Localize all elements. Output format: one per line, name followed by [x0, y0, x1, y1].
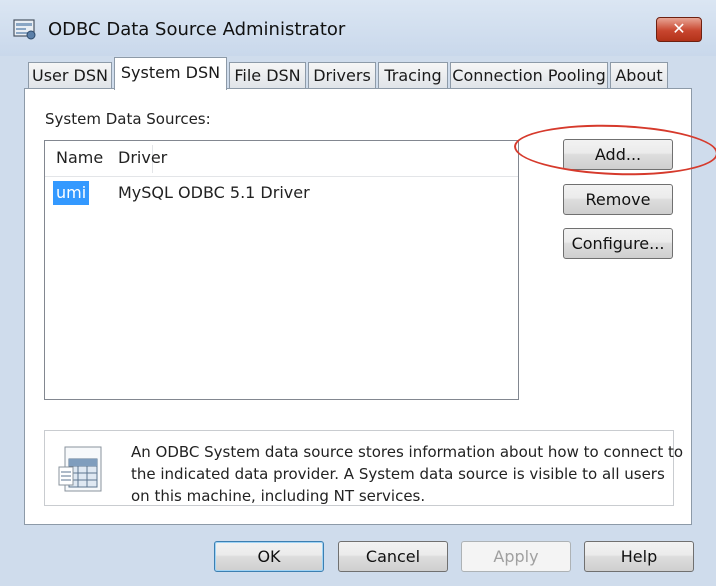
tab-tracing[interactable]: Tracing: [378, 62, 448, 89]
dsn-name-cell[interactable]: umi: [53, 181, 90, 205]
tab-user-dsn[interactable]: User DSN: [28, 62, 112, 89]
close-icon: ✕: [672, 19, 686, 38]
header-divider: [45, 176, 518, 177]
dsn-driver-cell[interactable]: MySQL ODBC 5.1 Driver: [118, 181, 310, 205]
info-box: An ODBC System data source stores inform…: [44, 430, 684, 507]
column-header-driver[interactable]: Driver: [118, 141, 318, 175]
add-button[interactable]: Add...: [563, 139, 673, 170]
tab-file-dsn[interactable]: File DSN: [229, 62, 306, 89]
info-description: An ODBC System data source stores inform…: [131, 441, 684, 507]
remove-button[interactable]: Remove: [563, 184, 673, 215]
info-line: the indicated data provider. A System da…: [131, 465, 665, 483]
apply-button[interactable]: Apply: [461, 541, 571, 572]
ok-button[interactable]: OK: [214, 541, 324, 572]
odbc-app-icon: [13, 19, 36, 40]
system-data-sources-label: System Data Sources:: [45, 110, 211, 128]
tab-system-dsn[interactable]: System DSN: [114, 57, 227, 90]
data-sources-list[interactable]: Name Driver umi MySQL ODBC 5.1 Driver: [44, 140, 519, 400]
info-line: An ODBC System data source stores inform…: [131, 443, 684, 461]
tab-drivers[interactable]: Drivers: [308, 62, 376, 89]
tab-connection-pooling[interactable]: Connection Pooling: [450, 62, 608, 89]
cancel-button[interactable]: Cancel: [338, 541, 448, 572]
window-title: ODBC Data Source Administrator: [48, 19, 346, 40]
configure-button[interactable]: Configure...: [563, 228, 673, 259]
help-button[interactable]: Help: [584, 541, 694, 572]
tab-about[interactable]: About: [610, 62, 668, 89]
data-source-icon: [58, 446, 102, 492]
title-bar: ODBC Data Source Administrator ✕: [0, 0, 716, 56]
close-button[interactable]: ✕: [656, 17, 702, 42]
info-line: on this machine, including NT services.: [131, 487, 426, 505]
